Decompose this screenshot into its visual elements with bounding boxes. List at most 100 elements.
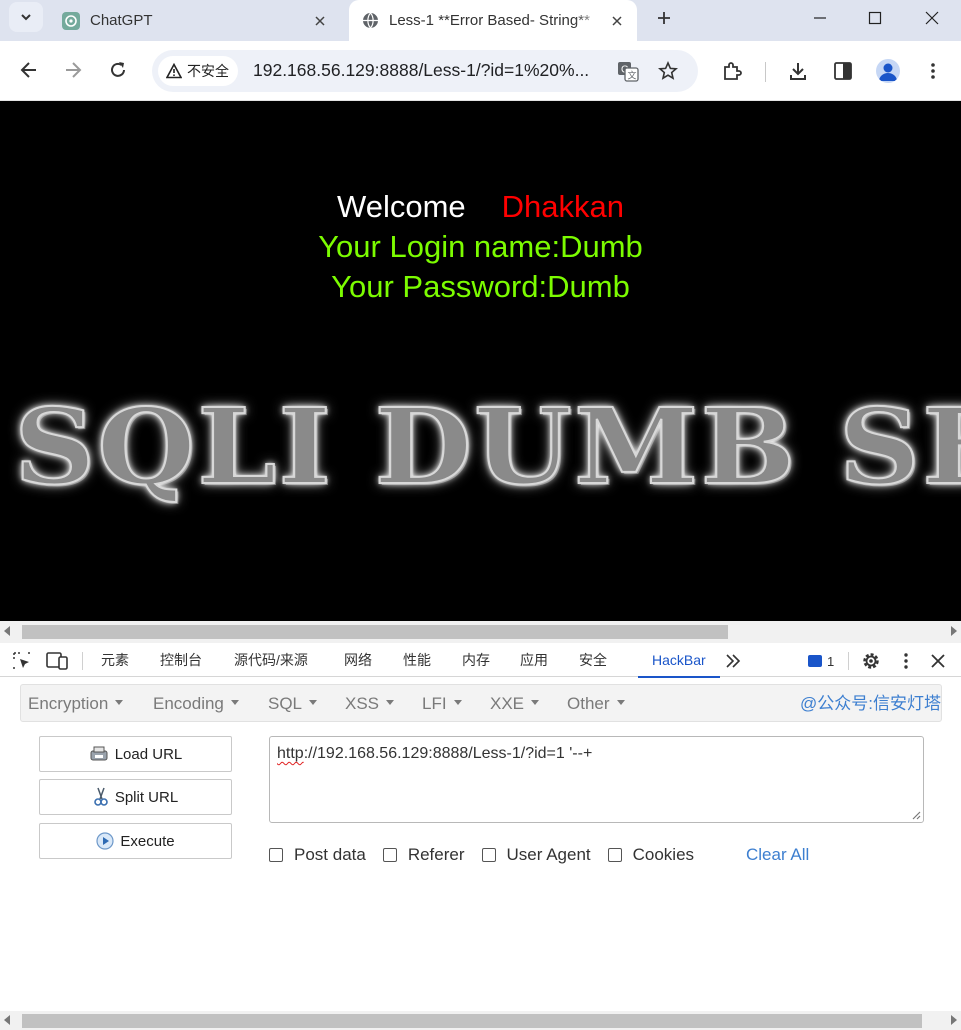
- star-icon[interactable]: [656, 59, 680, 83]
- devtools-tab-performance[interactable]: 性能: [403, 643, 431, 677]
- url-text[interactable]: 192.168.56.129:8888/Less-1/?id=1%20%...: [253, 60, 589, 81]
- devtools-tab-elements[interactable]: 元素: [101, 643, 129, 677]
- tab-chatgpt[interactable]: ChatGPT: [50, 0, 340, 41]
- devtools-tab-bar: 元素 控制台 源代码/来源 网络 性能 内存 应用 安全 HackBar 1: [0, 643, 961, 678]
- menu-encryption[interactable]: Encryption: [28, 685, 124, 723]
- address-bar[interactable]: 不安全 192.168.56.129:8888/Less-1/?id=1%20%…: [152, 50, 698, 92]
- user-agent-checkbox[interactable]: [481, 848, 496, 862]
- menu-label: Encoding: [153, 694, 224, 713]
- download-icon[interactable]: [785, 58, 811, 84]
- window-close-button[interactable]: [918, 4, 946, 32]
- url-textarea[interactable]: http://192.168.56.129:8888/Less-1/?id=1 …: [269, 736, 924, 823]
- resize-grip-icon[interactable]: [911, 810, 921, 820]
- caret-down-icon: [453, 700, 462, 706]
- url-scheme-text: http: [277, 745, 304, 762]
- user-agent-option[interactable]: User Agent: [481, 845, 591, 865]
- welcome-name: Dhakkan: [501, 189, 624, 224]
- post-data-option[interactable]: Post data: [269, 845, 366, 865]
- plus-icon: [658, 12, 670, 24]
- inspect-element-icon[interactable]: [11, 650, 33, 672]
- menu-label: LFI: [422, 694, 447, 713]
- scroll-right-icon[interactable]: [949, 1015, 957, 1025]
- request-options: Post data Referer User Agent Cookies: [269, 843, 711, 867]
- tab-search-button[interactable]: [9, 2, 43, 32]
- gear-icon[interactable]: [860, 650, 882, 672]
- minimize-button[interactable]: [806, 4, 834, 32]
- forward-button[interactable]: [60, 57, 86, 83]
- menu-encoding[interactable]: Encoding: [153, 685, 239, 723]
- menu-xxe[interactable]: XXE: [490, 685, 540, 723]
- caret-down-icon: [386, 700, 395, 706]
- tab-less-1[interactable]: Less-1 **Error Based- String**: [349, 0, 637, 41]
- caret-down-icon: [531, 700, 540, 706]
- new-tab-button[interactable]: [652, 6, 676, 30]
- menu-xss[interactable]: XSS: [345, 685, 395, 723]
- maximize-button[interactable]: [861, 4, 889, 32]
- hackbar-menu-bar: Encryption Encoding SQL XSS LFI XXE Othe…: [20, 684, 942, 722]
- svg-text:文: 文: [628, 70, 637, 82]
- post-data-checkbox[interactable]: [269, 848, 283, 862]
- scrollbar-thumb[interactable]: [22, 625, 728, 639]
- scroll-right-icon[interactable]: [949, 626, 957, 636]
- url-rest-text: ://192.168.56.129:8888/Less-1/?id=1 '--+: [303, 745, 593, 762]
- play-icon: [96, 832, 114, 850]
- kebab-menu-icon[interactable]: [920, 58, 946, 84]
- split-url-button[interactable]: Split URL: [39, 779, 232, 815]
- option-label: User Agent: [506, 845, 591, 864]
- load-url-button[interactable]: Load URL: [39, 736, 232, 772]
- watermark-text: @公众号:信安灯塔: [800, 694, 941, 713]
- kebab-menu-icon[interactable]: [895, 650, 917, 672]
- cookies-checkbox[interactable]: [607, 848, 622, 862]
- devtools-tab-application[interactable]: 应用: [520, 643, 548, 677]
- caret-down-icon: [115, 700, 124, 706]
- tab-title: Less-1 **Error Based- String**: [389, 12, 590, 29]
- back-button[interactable]: [16, 57, 42, 83]
- translate-icon[interactable]: G文: [616, 59, 640, 83]
- scrollbar-thumb[interactable]: [22, 1014, 922, 1028]
- caret-down-icon: [230, 700, 239, 706]
- sqli-banner-image: SQLI DUMB SERIES: [13, 384, 961, 509]
- button-label: Execute: [120, 832, 175, 850]
- device-toolbar-icon[interactable]: [46, 650, 68, 672]
- issues-count: 1: [827, 653, 835, 669]
- menu-sql[interactable]: SQL: [268, 685, 318, 723]
- issues-badge[interactable]: 1: [808, 652, 834, 670]
- close-icon[interactable]: [310, 11, 330, 31]
- welcome-line: Welcome Dhakkan: [0, 189, 961, 225]
- close-icon[interactable]: [927, 650, 949, 672]
- security-label: 不安全: [187, 63, 229, 79]
- menu-label: SQL: [268, 694, 303, 713]
- extensions-icon[interactable]: [719, 58, 745, 84]
- referer-checkbox[interactable]: [382, 848, 397, 862]
- devtools-tab-network[interactable]: 网络: [344, 643, 372, 677]
- arrow-left-icon: [20, 62, 36, 78]
- scroll-left-icon[interactable]: [4, 626, 12, 636]
- menu-other[interactable]: Other: [567, 685, 625, 723]
- page-horizontal-scrollbar[interactable]: [0, 621, 961, 643]
- devtools-tab-security[interactable]: 安全: [579, 643, 607, 677]
- menu-lfi[interactable]: LFI: [422, 685, 462, 723]
- referer-option[interactable]: Referer: [382, 845, 465, 865]
- more-tabs-icon[interactable]: [722, 650, 744, 672]
- clear-all-link[interactable]: Clear All: [746, 843, 809, 867]
- profile-avatar-icon[interactable]: [876, 59, 900, 83]
- devtools-horizontal-scrollbar[interactable]: [0, 1011, 961, 1030]
- menu-label: Other: [567, 694, 610, 713]
- execute-button[interactable]: Execute: [39, 823, 232, 859]
- option-label: Cookies: [632, 845, 695, 864]
- close-icon[interactable]: [607, 11, 627, 31]
- globe-icon: [361, 12, 379, 30]
- side-panel-icon[interactable]: [830, 58, 856, 84]
- devtools-tab-sources[interactable]: 源代码/来源: [234, 643, 308, 677]
- scroll-left-icon[interactable]: [4, 1015, 12, 1025]
- tab-title: ChatGPT: [90, 12, 153, 29]
- option-label: Referer: [407, 845, 465, 864]
- devtools-tab-hackbar[interactable]: HackBar: [638, 643, 720, 678]
- devtools-tab-console[interactable]: 控制台: [160, 643, 202, 677]
- security-indicator[interactable]: 不安全: [158, 56, 238, 86]
- password-line: Your Password:Dumb: [331, 269, 630, 304]
- devtools-tab-memory[interactable]: 内存: [462, 643, 490, 677]
- button-label: Load URL: [114, 745, 183, 763]
- reload-button[interactable]: [105, 57, 131, 83]
- cookies-option[interactable]: Cookies: [607, 845, 695, 865]
